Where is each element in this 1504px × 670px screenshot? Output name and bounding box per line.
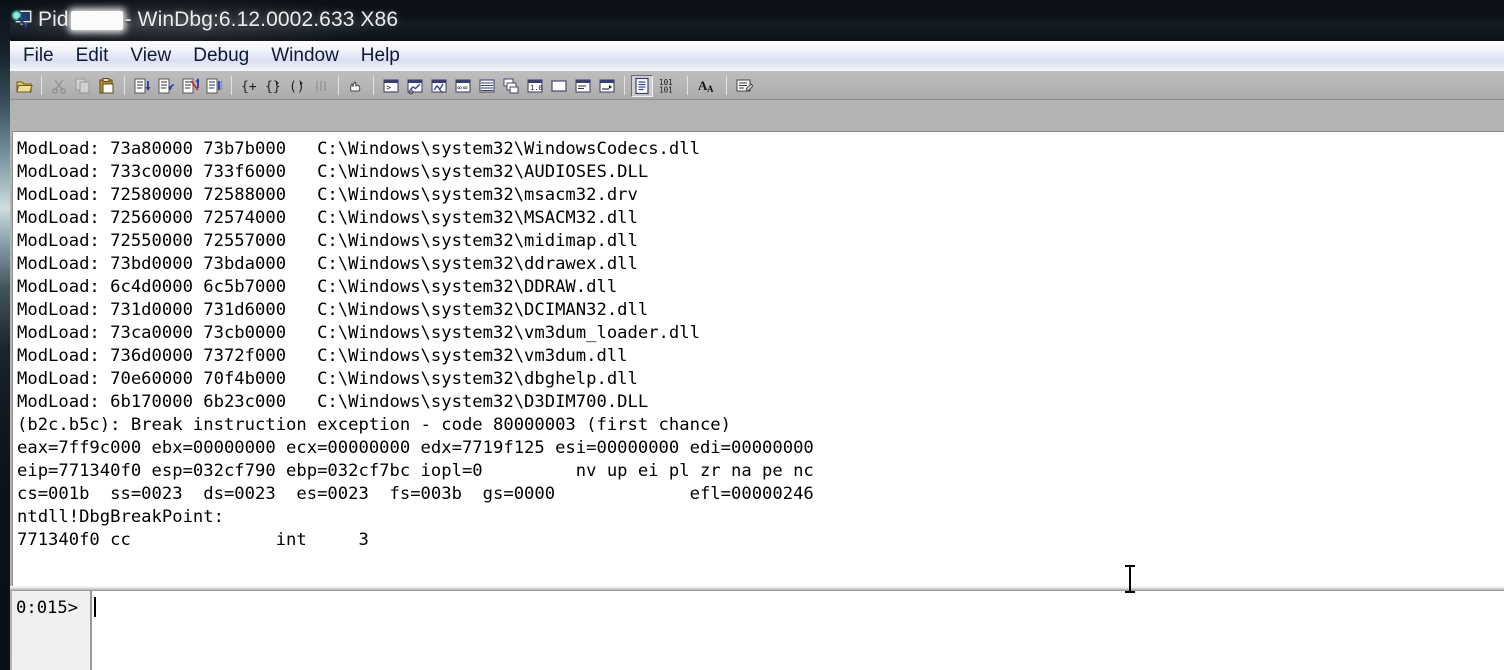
toolbar-separator	[41, 76, 42, 95]
title-bar[interactable]: mmmm Pid - WinDbg:6.12.0002.633 X86	[0, 0, 1504, 41]
step-out-icon[interactable]	[179, 75, 201, 97]
command-active-icon[interactable]	[631, 74, 653, 97]
svg-text:{+}: {+}	[241, 79, 258, 94]
output-line: (b2c.b5c): Break instruction exception -…	[17, 415, 731, 435]
debugger-output-pane[interactable]: ModLoad: 73a80000 73b7b000 C:\Windows\sy…	[13, 132, 1504, 588]
command-window-icon[interactable]: >_	[380, 75, 402, 97]
main-toolbar: {+} {} () >_ ∞∞ 1.0 101101 AA	[0, 72, 1504, 100]
memory-window-icon[interactable]	[476, 75, 498, 97]
cut-icon	[48, 75, 70, 97]
output-line: 771340f0 cc int 3	[17, 530, 369, 550]
go-handled-icon[interactable]: {}	[262, 75, 284, 97]
svg-text:∞: ∞	[457, 83, 462, 92]
output-line: ModLoad: 6b170000 6b23c000 C:\Windows\sy…	[17, 392, 649, 412]
registers-window-icon[interactable]: ∞ ∞	[452, 75, 474, 97]
toolbar-separator	[124, 76, 125, 95]
menu-item-window[interactable]: Window	[260, 43, 350, 70]
menu-item-help[interactable]: Help	[350, 43, 411, 70]
output-line: ModLoad: 73ca0000 73cb0000 C:\Windows\sy…	[17, 323, 700, 343]
output-line: ModLoad: 6c4d0000 6c5b7000 C:\Windows\sy…	[17, 277, 618, 297]
toolbar-separator	[624, 76, 625, 95]
scratchpad-window-icon[interactable]	[548, 75, 570, 97]
restart-icon	[310, 75, 332, 97]
break-icon[interactable]	[345, 75, 367, 97]
desktop-background-strip	[0, 0, 10, 670]
open-executable-icon[interactable]	[13, 75, 35, 97]
font-icon[interactable]: AA	[694, 75, 720, 97]
text-caret	[94, 597, 96, 617]
toolbar-separator	[338, 76, 339, 95]
output-line: ModLoad: 72550000 72557000 C:\Windows\sy…	[17, 231, 638, 251]
windbg-app-icon: mmmm	[10, 8, 36, 34]
toolbar-separator	[373, 76, 374, 95]
command-prompt-bar: 0:015>	[12, 590, 1504, 670]
toolbar-separator	[726, 76, 727, 95]
output-line: ModLoad: 72560000 72574000 C:\Windows\sy…	[17, 208, 638, 228]
output-line: ModLoad: 736d0000 7372f000 C:\Windows\sy…	[17, 346, 628, 366]
command-input[interactable]	[92, 591, 1504, 670]
output-line: ModLoad: 70e60000 70f4b000 C:\Windows\sy…	[17, 369, 638, 389]
disassembly-window-icon[interactable]: 1.0	[524, 75, 546, 97]
output-line: ModLoad: 72580000 72588000 C:\Windows\sy…	[17, 185, 638, 205]
output-line: eax=7ff9c000 ebx=00000000 ecx=00000000 e…	[17, 438, 814, 458]
run-to-cursor-icon[interactable]	[203, 75, 225, 97]
toolbar-separator	[687, 76, 688, 95]
output-line: eip=771340f0 esp=032cf790 ebp=032cf7bc i…	[17, 461, 814, 481]
svg-text:101: 101	[659, 85, 673, 94]
copy-icon	[72, 75, 94, 97]
toolbar-separator	[231, 76, 232, 95]
window-title-suffix: - WinDbg:6.12.0002.633 X86	[124, 8, 399, 31]
go-unhandled-icon[interactable]: ()	[286, 75, 308, 97]
processes-threads-icon[interactable]	[572, 75, 594, 97]
svg-text:A: A	[707, 84, 714, 94]
step-over-icon[interactable]	[155, 75, 177, 97]
svg-text:>_: >_	[386, 83, 396, 92]
output-line: ntdll!DbgBreakPoint:	[17, 507, 224, 527]
numbers-icon[interactable]: 101 101	[655, 75, 681, 97]
window-title: Pid - WinDbg:6.12.0002.633 X86	[38, 5, 398, 35]
windbg-window: mmmm Pid - WinDbg:6.12.0002.633 X86 File …	[0, 0, 1504, 670]
output-line: ModLoad: 733c0000 733f6000 C:\Windows\sy…	[17, 162, 649, 182]
command-window[interactable]: ModLoad: 73a80000 73b7b000 C:\Windows\sy…	[12, 131, 1504, 588]
go-icon[interactable]: {+}	[238, 75, 260, 97]
menu-item-edit[interactable]: Edit	[65, 43, 120, 70]
watch-window-icon[interactable]	[404, 75, 426, 97]
window-title-prefix: Pid	[38, 8, 69, 31]
locals-window-icon[interactable]	[428, 75, 450, 97]
window-title-redacted-pid	[70, 10, 123, 30]
menu-bar: File Edit View Debug Window Help	[0, 41, 1504, 72]
output-line: ModLoad: 731d0000 731d6000 C:\Windows\sy…	[17, 300, 649, 320]
menu-item-debug[interactable]: Debug	[182, 43, 260, 70]
paste-icon[interactable]	[96, 75, 118, 97]
svg-text:∞: ∞	[463, 83, 468, 92]
output-line: ModLoad: 73bd0000 73bda000 C:\Windows\sy…	[17, 254, 638, 274]
prompt-label: 0:015>	[12, 591, 92, 670]
output-line: cs=001b ss=0023 ds=0023 es=0023 fs=003b …	[17, 484, 814, 504]
menu-item-view[interactable]: View	[119, 43, 182, 70]
output-line: ModLoad: 73a80000 73b7b000 C:\Windows\sy…	[17, 139, 700, 159]
svg-text:(): ()	[289, 79, 305, 94]
callstack-window-icon[interactable]	[500, 75, 522, 97]
menu-item-file[interactable]: File	[12, 43, 65, 70]
step-into-icon[interactable]	[131, 75, 153, 97]
options-icon[interactable]	[733, 75, 755, 97]
svg-text:1.0: 1.0	[530, 84, 543, 92]
source-window-icon[interactable]	[596, 75, 618, 97]
svg-text:{}: {}	[265, 79, 281, 94]
